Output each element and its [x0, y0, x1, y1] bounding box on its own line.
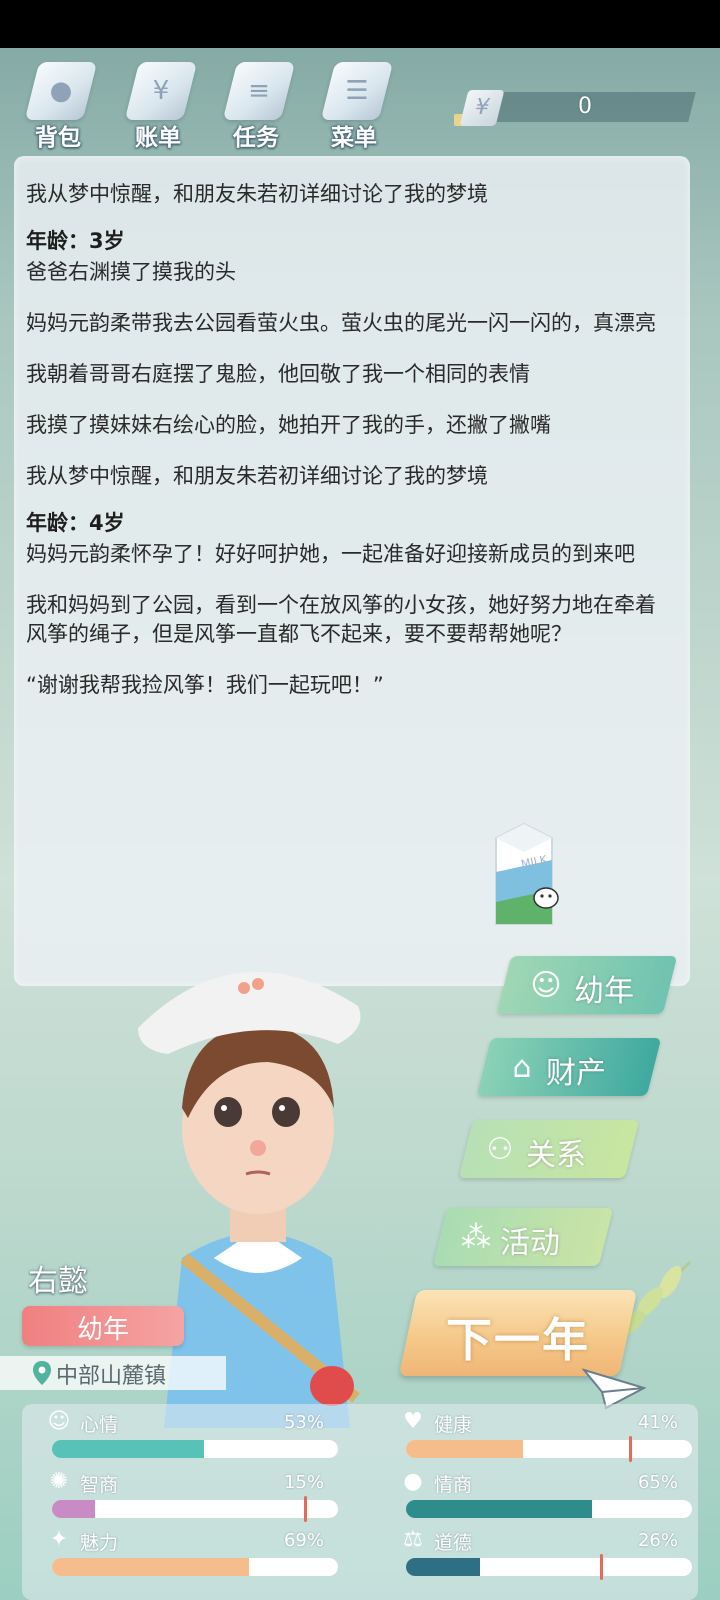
money-display: ¥ 0 [454, 90, 698, 126]
life-stage-label: 幼年 [76, 1315, 129, 1345]
assets-label: 财产 [546, 1056, 606, 1091]
stat-name: 健康 [434, 1414, 473, 1436]
stat-heart: ♥ 健康 41% [390, 1408, 692, 1464]
activity-label: 活动 [500, 1226, 560, 1261]
stat-bar-track [406, 1558, 692, 1576]
bill-icon: ¥ [124, 62, 198, 120]
age-heading: 年龄：3岁 [26, 229, 125, 253]
nav-bill-button[interactable]: ¥ 账单 [118, 58, 198, 151]
stat-marker [303, 1496, 307, 1522]
relations-button[interactable]: ⚇ 关系 [458, 1120, 640, 1178]
stat-name: 魅力 [80, 1532, 119, 1554]
people-icon: ⚇ [486, 1132, 514, 1167]
stage-menu-label: 幼年 [574, 974, 634, 1009]
log-entry: 我从梦中惊醒，和朋友朱若初详细讨论了我的梦境 [26, 464, 488, 488]
stat-bar-fill [406, 1558, 481, 1576]
stat-percent: 69% [283, 1530, 324, 1551]
stat-bar-track [52, 1558, 338, 1576]
nav-bag-label: 背包 [35, 125, 81, 151]
smile-icon: ☺ [47, 1409, 71, 1434]
life-stage-badge: 幼年 [22, 1306, 184, 1346]
sparkle-icon: ✦ [49, 1527, 69, 1552]
stat-bar-track [52, 1500, 338, 1518]
stat-bar-fill [406, 1440, 524, 1458]
log-entry: 我从梦中惊醒，和朋友朱若初详细讨论了我的梦境 [26, 182, 488, 206]
house-icon: ⌂ [512, 1050, 532, 1085]
stat-brain: ✺ 智商 15% [36, 1468, 338, 1524]
stat-percent: 15% [283, 1472, 324, 1493]
location-bar: 中部山麓镇 [0, 1356, 226, 1390]
location-pin-icon [33, 1361, 51, 1385]
next-year-label: 下一年 [446, 1313, 590, 1367]
stat-bar-fill [52, 1558, 250, 1576]
milk-carton-icon: MILK [495, 822, 559, 925]
stat-apple: ● 情商 65% [390, 1468, 692, 1524]
log-entry: 我摸了摸妹妹右绘心的脸，她拍开了我的手，还撇了撇嘴 [26, 413, 551, 437]
log-entry: 妈妈元韵柔怀孕了！好好呵护她，一起准备好迎接新成员的到来吧 [26, 542, 635, 566]
top-nav: ● 背包 ¥ 账单 ≡ 任务 ☰ 菜单 ¥ 0 [0, 48, 720, 152]
relations-label: 关系 [526, 1138, 586, 1173]
stat-name: 智商 [80, 1474, 119, 1496]
stat-bar-track [406, 1440, 692, 1458]
stat-bar-fill [52, 1500, 95, 1518]
location-label: 中部山麓镇 [56, 1364, 167, 1389]
stat-percent: 41% [637, 1412, 678, 1433]
log-entry: 我和妈妈到了公园，看到一个在放风筝的小女孩，她好努力地在牵着风筝的绳子，但是风筝… [26, 593, 656, 646]
nav-bag-button[interactable]: ● 背包 [18, 58, 98, 151]
assets-button[interactable]: ⌂ 财产 [476, 1038, 662, 1096]
log-entry: 我朝着哥哥右庭摆了鬼脸，他回敬了我一个相同的表情 [26, 362, 530, 386]
stat-marker [629, 1436, 633, 1462]
money-bar [488, 92, 696, 122]
stat-name: 心情 [80, 1414, 119, 1436]
stat-name: 道德 [434, 1532, 473, 1554]
stat-bar-track [52, 1440, 338, 1458]
stat-name: 情商 [434, 1474, 473, 1496]
stat-sparkle: ✦ 魅力 69% [36, 1526, 338, 1582]
nav-task-button[interactable]: ≡ 任务 [216, 58, 296, 151]
character-name: 右懿 [28, 1264, 88, 1299]
money-value: 0 [578, 94, 592, 119]
stats-panel: ☺ 心情 53% ♥ 健康 41% ✺ 智商 15% ● 情商 65% ✦ 魅力 69% ⚖ 道德 26% [22, 1404, 698, 1600]
log-entry: 妈妈元韵柔带我去公园看萤火虫。萤火虫的尾光一闪一闪的，真漂亮 [26, 311, 656, 335]
stat-scale: ⚖ 道德 26% [390, 1526, 692, 1582]
heart-icon: ♥ [403, 1409, 423, 1434]
nav-bill-label: 账单 [135, 125, 181, 151]
age-heading: 年龄：4岁 [26, 511, 125, 535]
stage-menu-button[interactable]: ☺ 幼年 [496, 956, 678, 1014]
stat-bar-track [406, 1500, 692, 1518]
activity-icon: ⁂ [461, 1220, 491, 1255]
stat-percent: 26% [637, 1530, 678, 1551]
menu-icon: ☰ [320, 62, 394, 120]
brain-icon: ✺ [49, 1469, 69, 1494]
stat-percent: 53% [283, 1412, 324, 1433]
nav-menu-label: 菜单 [331, 125, 377, 151]
nav-task-label: 任务 [233, 125, 279, 151]
baby-icon: ☺ [530, 968, 562, 1003]
apple-icon: ● [403, 1469, 423, 1494]
stat-percent: 65% [637, 1472, 678, 1493]
status-bar [0, 0, 720, 48]
nav-menu-button[interactable]: ☰ 菜单 [314, 58, 394, 151]
bag-icon: ● [24, 62, 98, 120]
scale-icon: ⚖ [403, 1527, 423, 1552]
stat-bar-fill [406, 1500, 592, 1518]
stat-bar-fill [52, 1440, 204, 1458]
stat-smile: ☺ 心情 53% [36, 1408, 338, 1464]
task-icon: ≡ [222, 62, 296, 120]
log-entry: 爸爸右渊摸了摸我的头 [26, 260, 236, 284]
log-entry: “谢谢我帮我捡风筝！我们一起玩吧！” [26, 673, 384, 697]
